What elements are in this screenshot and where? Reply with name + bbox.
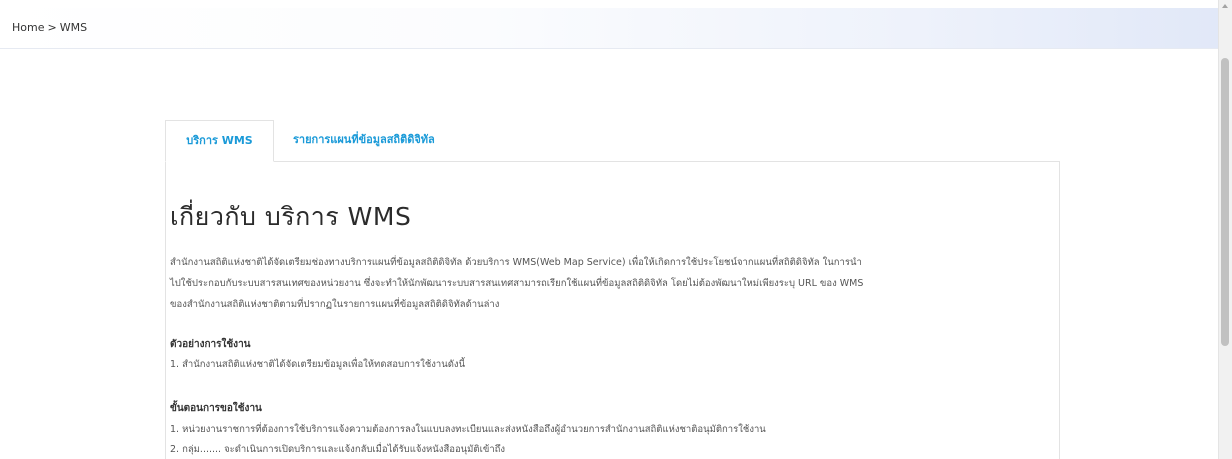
example-line: 1. สำนักงานสถิติแห่งชาติได้จัดเตรียมข้อม…	[170, 359, 466, 370]
breadcrumb: Home > WMS	[12, 21, 87, 34]
breadcrumb-current: WMS	[59, 21, 88, 34]
tab-digital-map-list[interactable]: รายการแผนที่ข้อมูลสถิติดิจิทัล	[293, 120, 435, 162]
page: Home > WMS บริการ WMS รายการแผนที่ข้อมูลสถ…	[0, 0, 1232, 459]
example-section-title: ตัวอย่างการใช้งาน	[170, 339, 251, 350]
top-edge	[0, 0, 1232, 8]
breadcrumb-separator: >	[47, 21, 57, 34]
intro-paragraph: สำนักงานสถิติแห่งชาติได้จัดเตรียมช่องทาง…	[170, 252, 1050, 315]
intro-line: ของสำนักงานสถิติแห่งชาติตามที่ปรากฏในราย…	[170, 299, 500, 310]
scroll-up-arrow-icon[interactable]	[1222, 4, 1228, 8]
steps-line: 2. กลุ่ม....... จะดำเนินการเปิดบริการและ…	[170, 444, 506, 455]
breadcrumb-bar: Home > WMS	[0, 8, 1219, 49]
scrollbar-thumb[interactable]	[1221, 58, 1229, 346]
steps-line: 1. หน่วยงานราชการที่ต้องการใช้บริการแจ้ง…	[170, 424, 766, 435]
steps-section-title: ขั้นตอนการขอใช้งาน	[170, 403, 262, 414]
intro-line: ไปใช้ประกอบกับระบบสารสนเทศของหน่วยงาน ซึ…	[170, 278, 864, 289]
vertical-scrollbar[interactable]	[1218, 0, 1232, 459]
tab-wms-service[interactable]: บริการ WMS	[165, 120, 274, 162]
intro-line: สำนักงานสถิติแห่งชาติได้จัดเตรียมช่องทาง…	[170, 257, 862, 268]
page-title: เกี่ยวกับ บริการ WMS	[170, 202, 412, 231]
breadcrumb-home-link[interactable]: Home	[12, 21, 44, 34]
